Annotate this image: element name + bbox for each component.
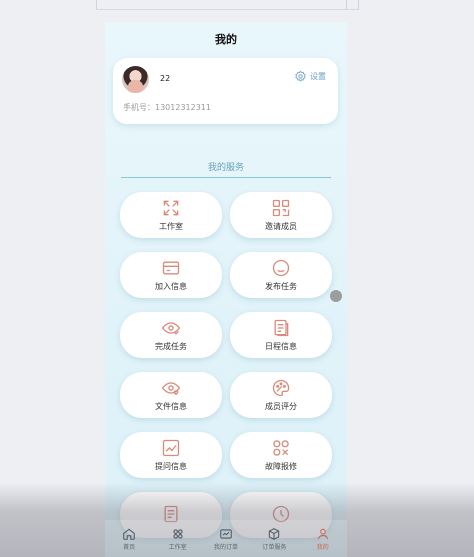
tab-studio[interactable]: 工作室 xyxy=(155,527,200,551)
service-label: 加入信息 xyxy=(155,282,187,291)
service-member-rating[interactable]: 成员评分 xyxy=(230,372,332,418)
card-icon xyxy=(162,261,180,275)
tab-label: 首页 xyxy=(123,543,136,551)
person-icon xyxy=(317,528,328,539)
tab-order-service[interactable]: 订单服务 xyxy=(252,527,297,551)
service-label: 发布任务 xyxy=(265,282,297,291)
guide-line xyxy=(358,0,359,10)
service-label: 故障报修 xyxy=(265,462,297,471)
services-title: 我的服务 xyxy=(207,163,244,173)
tab-label: 我的订单 xyxy=(213,543,238,551)
service-label: 文件信息 xyxy=(155,402,187,411)
user-name: 22 xyxy=(160,74,171,83)
expand-icon xyxy=(163,200,179,216)
gear-icon xyxy=(295,70,306,82)
palette-icon xyxy=(272,379,290,397)
phone-screen: 我的 22 设置 手机号：13012312311 我的服务 工作室 邀请成员 加 xyxy=(105,22,347,557)
document-icon xyxy=(274,319,289,337)
service-publish-task[interactable]: 发布任务 xyxy=(230,252,332,298)
tab-bar: 首页 工作室 我的订单 订单服务 我的 xyxy=(105,520,347,557)
drag-handle[interactable] xyxy=(330,290,342,302)
guide-line xyxy=(96,9,358,10)
home-icon xyxy=(123,528,135,540)
box-icon xyxy=(269,527,280,540)
order-icon xyxy=(220,528,232,539)
service-label: 提问信息 xyxy=(155,462,187,471)
avatar[interactable] xyxy=(122,66,149,93)
tab-home[interactable]: 首页 xyxy=(107,527,152,551)
service-label: 完成任务 xyxy=(155,342,187,351)
settings-button[interactable]: 设置 xyxy=(294,70,326,83)
service-schedule-info[interactable]: 日程信息 xyxy=(230,312,332,358)
service-label: 日程信息 xyxy=(265,342,297,351)
phone-number: 手机号：13012312311 xyxy=(123,103,211,112)
eye-check-icon xyxy=(161,322,181,335)
service-join-info[interactable]: 加入信息 xyxy=(120,252,222,298)
service-repair-report[interactable]: 故障报修 xyxy=(230,432,332,478)
settings-label: 设置 xyxy=(310,72,326,81)
tab-my-orders[interactable]: 我的订单 xyxy=(203,527,248,551)
tab-label: 我的 xyxy=(316,543,329,551)
service-label: 成员评分 xyxy=(265,402,297,411)
chat-bubble-icon xyxy=(272,259,290,277)
tab-label: 工作室 xyxy=(168,543,187,551)
eye-heart-icon xyxy=(161,382,181,396)
tab-label: 订单服务 xyxy=(262,543,287,551)
service-studio[interactable]: 工作室 xyxy=(120,192,222,238)
service-invite-members[interactable]: 邀请成员 xyxy=(230,192,332,238)
studio-icon xyxy=(172,528,183,539)
tab-mine[interactable]: 我的 xyxy=(300,527,345,551)
service-complete-task[interactable]: 完成任务 xyxy=(120,312,222,358)
wrench-circles-icon xyxy=(273,440,289,456)
service-question-info[interactable]: 提问信息 xyxy=(120,432,222,478)
services-divider xyxy=(121,177,331,178)
profile-card[interactable]: 22 设置 手机号：13012312311 xyxy=(113,58,338,124)
service-label: 工作室 xyxy=(159,222,183,231)
qr-grid-icon xyxy=(272,199,290,217)
service-file-info[interactable]: 文件信息 xyxy=(120,372,222,418)
chart-icon xyxy=(162,439,180,457)
page-title: 我的 xyxy=(215,33,237,46)
service-label: 邀请成员 xyxy=(265,222,297,231)
